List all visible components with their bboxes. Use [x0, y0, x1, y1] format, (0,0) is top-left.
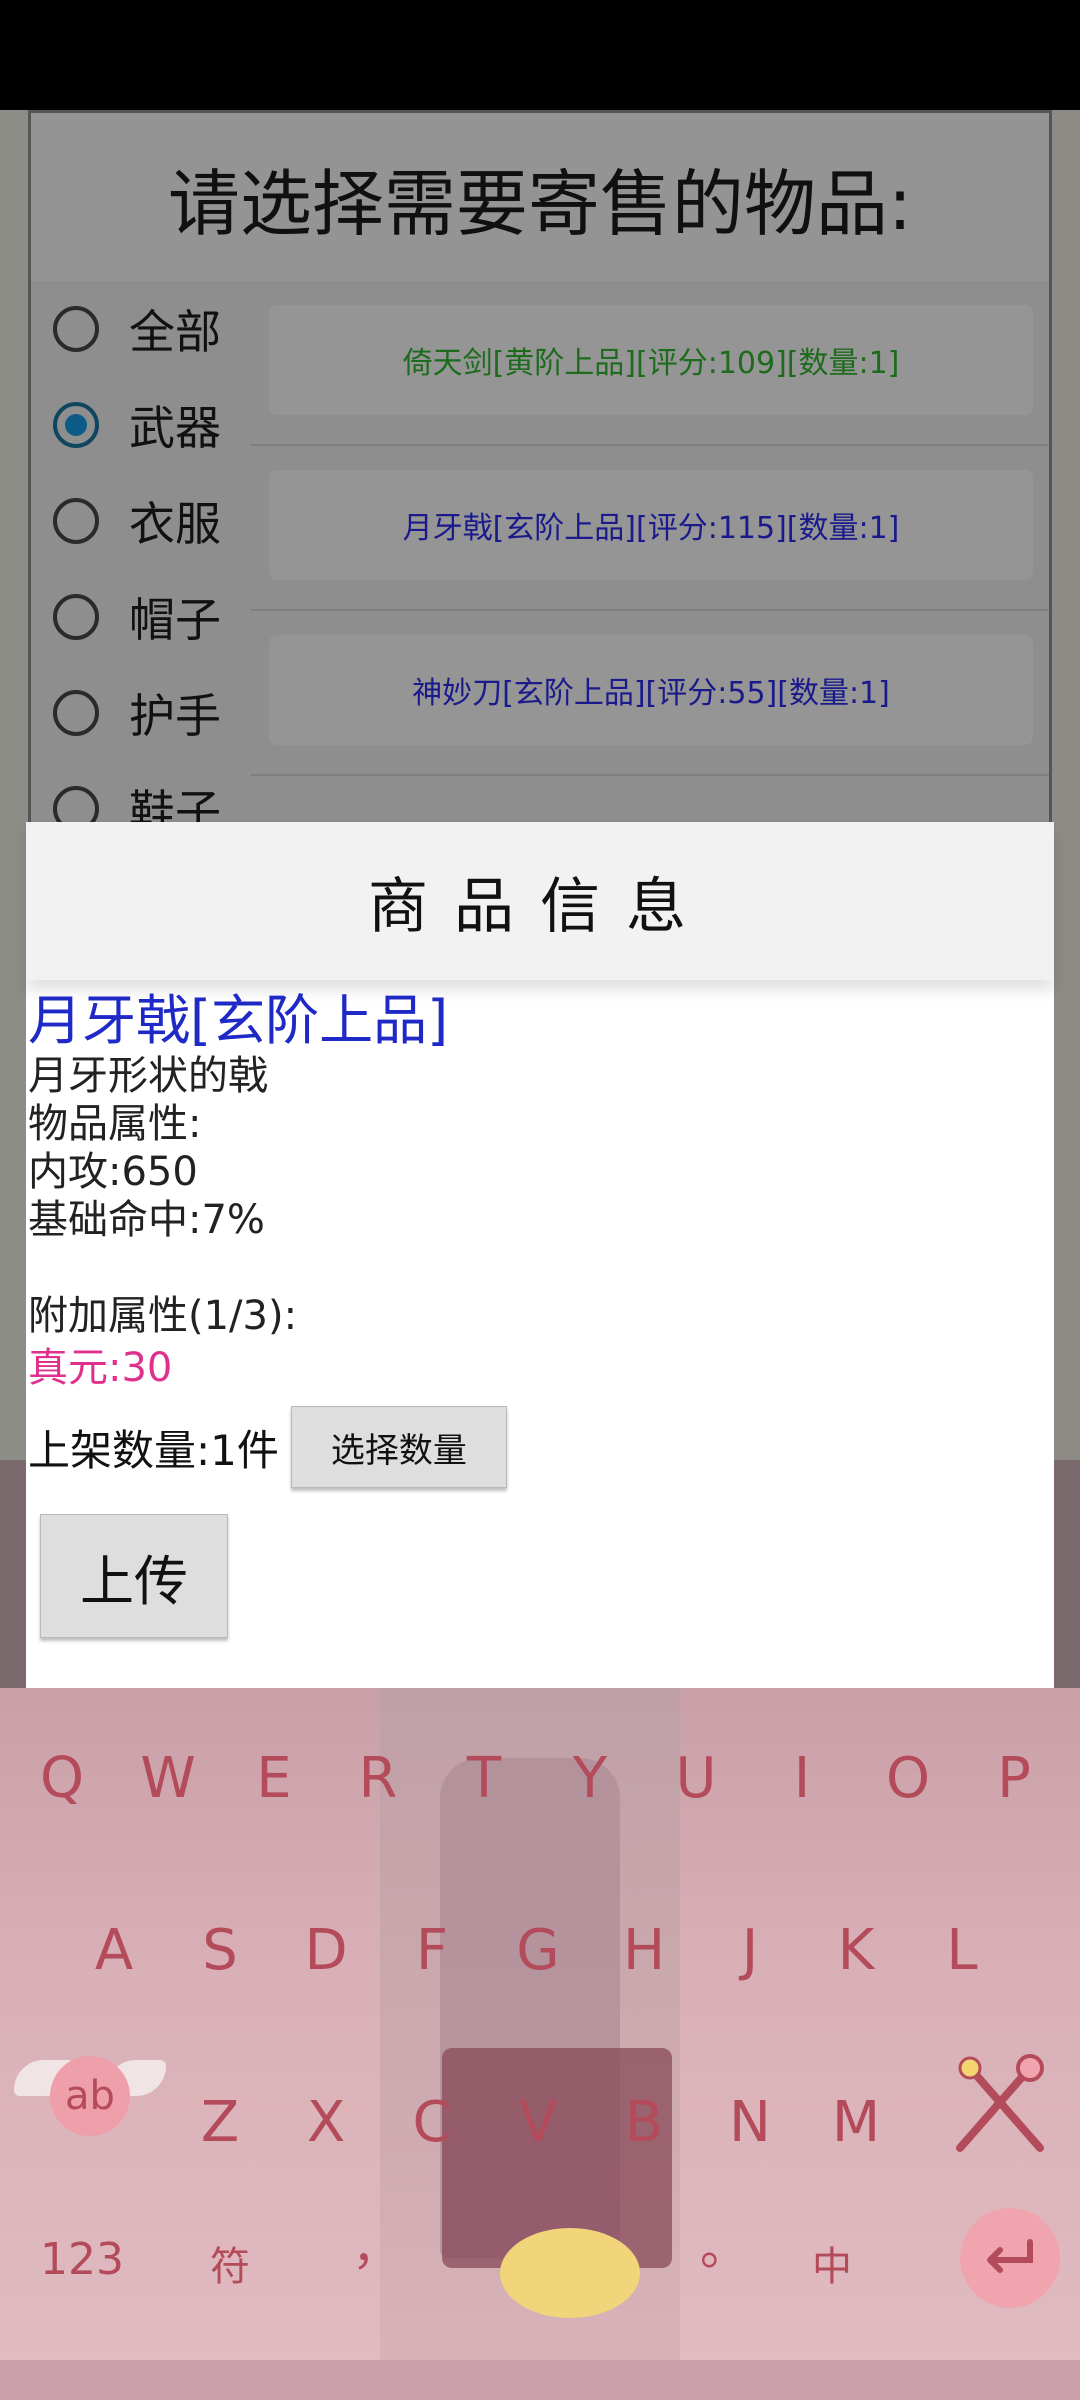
key-z[interactable]: Z: [170, 2072, 270, 2172]
select-item-dialog: 请选择需要寄售的物品: 全部 武器 衣服 帽子 护手 鞋子 倚天剑[黄阶上品][: [28, 110, 1052, 830]
category-label: 衣服: [129, 497, 221, 551]
key-y[interactable]: Y: [540, 1728, 640, 1828]
item-name: 月牙戟[玄阶上品]: [28, 989, 449, 1052]
key-d[interactable]: D: [276, 1900, 376, 2000]
key-o[interactable]: O: [858, 1728, 958, 1828]
product-info-dialog: 商品信息 月牙戟[玄阶上品] 月牙形状的戟 物品属性: 内攻:650 基础命中:…: [26, 822, 1054, 1688]
keyboard-row-2: A S D F G H J K L: [0, 1900, 1080, 2020]
key-t[interactable]: T: [434, 1728, 534, 1828]
key-n[interactable]: N: [700, 2072, 800, 2172]
enter-key[interactable]: [960, 2208, 1060, 2308]
key-v[interactable]: V: [488, 2072, 588, 2172]
background-right-edge: [1052, 110, 1080, 1460]
attribute-base-hit: 基础命中:7%: [28, 1197, 265, 1243]
category-label: 全部: [129, 305, 221, 359]
attribute-inner-attack: 内攻:650: [28, 1149, 198, 1195]
key-x[interactable]: X: [276, 2072, 376, 2172]
radio-button-icon[interactable]: [53, 306, 99, 352]
key-w[interactable]: W: [118, 1728, 218, 1828]
shift-ab-key[interactable]: ab: [50, 2056, 130, 2136]
key-q[interactable]: Q: [12, 1728, 112, 1828]
category-radio-weapon[interactable]: 武器: [31, 377, 251, 473]
comma-key[interactable]: ，: [352, 2208, 400, 2278]
category-radio-shoes[interactable]: 鞋子: [31, 761, 251, 827]
keyboard-row-3: Z X C V B N M: [0, 2072, 1080, 2192]
enter-arrow-icon: [987, 2239, 1033, 2273]
product-info-title: 商品信息: [26, 822, 1054, 980]
key-j[interactable]: J: [700, 1900, 800, 2000]
item-entry-crescent-halberd[interactable]: 月牙戟[玄阶上品][评分:115][数量:1]: [269, 470, 1033, 580]
key-b[interactable]: B: [594, 2072, 694, 2172]
category-radio-hat[interactable]: 帽子: [31, 569, 251, 665]
numbers-key[interactable]: 123: [40, 2234, 124, 2285]
list-item[interactable]: 神妙刀[玄阶上品][评分:55][数量:1]: [251, 611, 1049, 776]
key-h[interactable]: H: [594, 1900, 694, 2000]
upload-button[interactable]: 上传: [40, 1514, 228, 1638]
key-f[interactable]: F: [382, 1900, 482, 2000]
extra-attribute-zhenyuan: 真元:30: [28, 1345, 173, 1391]
key-l[interactable]: L: [912, 1900, 1012, 2000]
category-radio-all[interactable]: 全部: [31, 281, 251, 377]
key-m[interactable]: M: [806, 2072, 906, 2172]
key-s[interactable]: S: [170, 1900, 270, 2000]
category-radio-gloves[interactable]: 护手: [31, 665, 251, 761]
attributes-label: 物品属性:: [28, 1101, 202, 1147]
category-radio-clothes[interactable]: 衣服: [31, 473, 251, 569]
quantity-row: 上架数量:1件 选择数量: [28, 1406, 1054, 1488]
key-p[interactable]: P: [964, 1728, 1064, 1828]
soft-keyboard: Q W E R T Y U I O P A S D F G H J K L Z …: [0, 1688, 1080, 2400]
keyboard-row-1: Q W E R T Y U I O P: [0, 1728, 1080, 1848]
space-bar-mascot[interactable]: [500, 2228, 640, 2318]
category-radio-group: 全部 武器 衣服 帽子 护手 鞋子: [31, 281, 251, 827]
category-label: 护手: [129, 689, 221, 743]
product-info-body: 月牙戟[玄阶上品] 月牙形状的戟 物品属性: 内攻:650 基础命中:7% 附加…: [26, 990, 1054, 1638]
language-switch-key[interactable]: 中: [812, 2234, 852, 2292]
item-list: 倚天剑[黄阶上品][评分:109][数量:1] 月牙戟[玄阶上品][评分:115…: [251, 281, 1049, 776]
item-entry-yitian-sword[interactable]: 倚天剑[黄阶上品][评分:109][数量:1]: [269, 305, 1033, 415]
key-r[interactable]: R: [328, 1728, 428, 1828]
radio-button-icon[interactable]: [53, 498, 99, 544]
category-label: 帽子: [129, 593, 221, 647]
key-i[interactable]: I: [752, 1728, 852, 1828]
radio-button-checked-icon[interactable]: [53, 402, 99, 448]
quantity-text: 上架数量:1件: [28, 1425, 279, 1475]
item-description: 月牙形状的戟: [28, 1053, 268, 1099]
symbols-key[interactable]: 符: [210, 2234, 250, 2292]
key-u[interactable]: U: [646, 1728, 746, 1828]
radio-button-icon[interactable]: [53, 594, 99, 640]
key-g[interactable]: G: [488, 1900, 588, 2000]
list-item[interactable]: 倚天剑[黄阶上品][评分:109][数量:1]: [251, 281, 1049, 446]
key-a[interactable]: A: [64, 1900, 164, 2000]
delete-wand-icon[interactable]: [940, 2048, 1060, 2168]
select-dialog-title: 请选择需要寄售的物品:: [31, 113, 1049, 281]
navigation-bar: [0, 2360, 1080, 2400]
extra-attributes-label: 附加属性(1/3):: [28, 1293, 298, 1339]
key-e[interactable]: E: [224, 1728, 324, 1828]
list-item[interactable]: 月牙戟[玄阶上品][评分:115][数量:1]: [251, 446, 1049, 611]
select-quantity-button[interactable]: 选择数量: [290, 1406, 507, 1488]
item-entry-shenmiao-blade[interactable]: 神妙刀[玄阶上品][评分:55][数量:1]: [269, 635, 1033, 745]
status-bar: [0, 0, 1080, 110]
background-left-edge: [0, 110, 28, 1460]
period-key[interactable]: 。: [700, 2208, 748, 2278]
key-k[interactable]: K: [806, 1900, 906, 2000]
radio-button-icon[interactable]: [53, 690, 99, 736]
key-c[interactable]: C: [382, 2072, 482, 2172]
category-label: 武器: [129, 401, 221, 455]
